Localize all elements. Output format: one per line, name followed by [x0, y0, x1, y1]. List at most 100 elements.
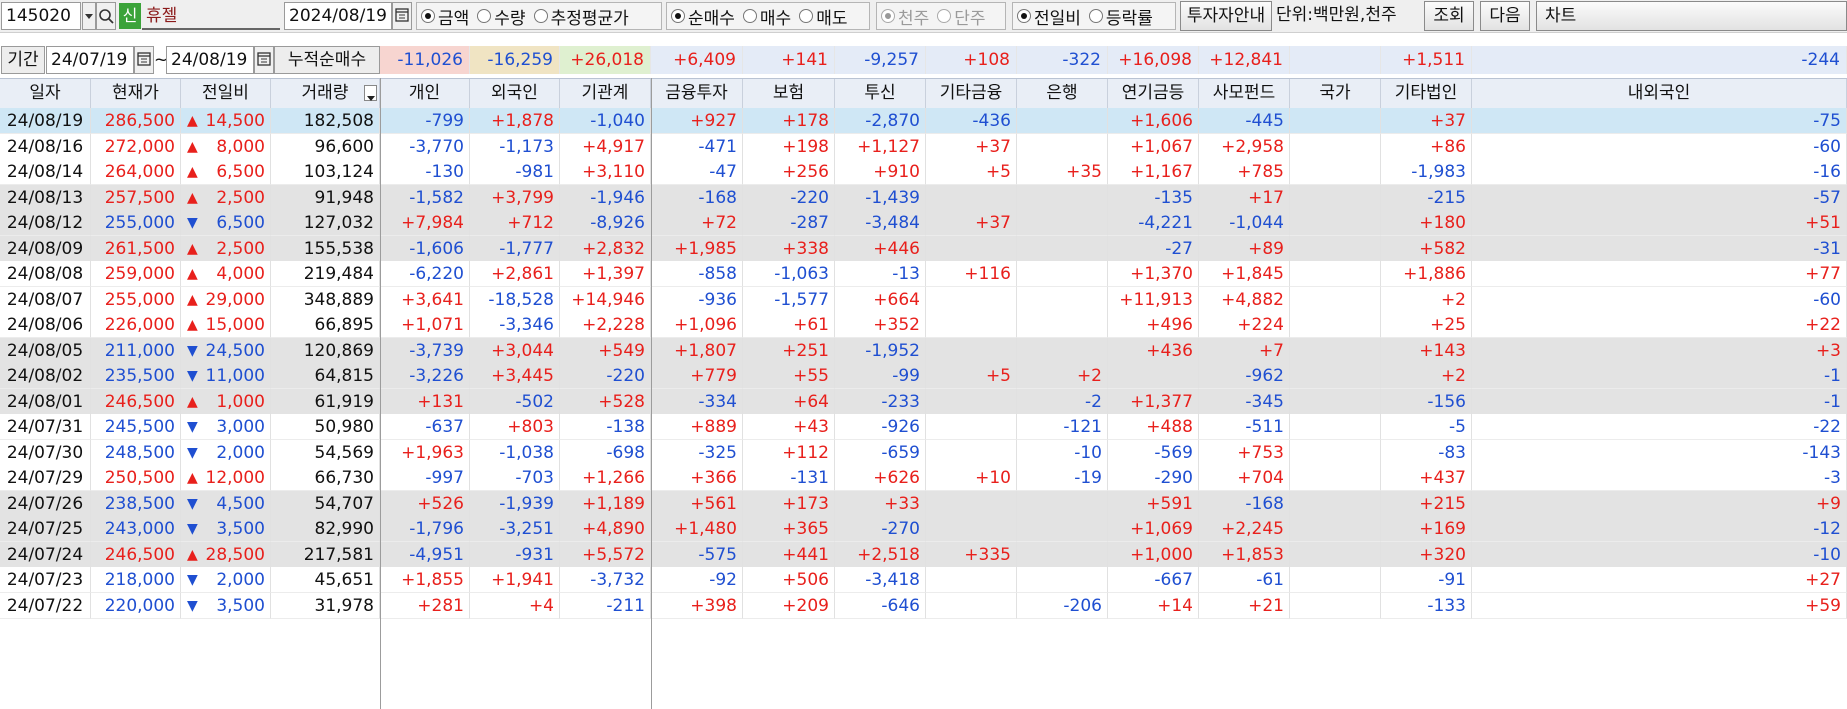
radio-amount[interactable]: 금액: [421, 4, 469, 29]
table-row[interactable]: 24/08/13 257,500 ▲ 2,500 91,948 -1,582 +3,799-…: [0, 184, 1847, 211]
stock-code-input[interactable]: 145020: [1, 2, 81, 30]
table-cell: [1290, 363, 1381, 389]
table-row[interactable]: 24/08/14 264,000 ▲ 6,500 103,124 -130 -981 +3,1…: [0, 159, 1847, 185]
radio-net-buy[interactable]: 순매수: [671, 4, 735, 29]
radio-change-rate[interactable]: 등락률: [1088, 4, 1153, 29]
radio-sell[interactable]: 매도: [799, 4, 847, 29]
column-header[interactable]: 거래량: [271, 79, 380, 108]
date-picker-button[interactable]: [392, 2, 412, 30]
table-row[interactable]: 24/07/26 238,500 ▼ 4,500 54,707 +526 -1,939 +1,…: [0, 490, 1847, 517]
table-cell: +198: [743, 133, 835, 160]
column-header[interactable]: 은행: [1017, 79, 1108, 108]
table-cell: ▲ 8,000: [181, 133, 271, 160]
start-date-picker[interactable]: [134, 46, 154, 74]
date-field[interactable]: 2024/08/19: [284, 2, 392, 30]
column-header[interactable]: 투신: [835, 79, 926, 108]
column-header[interactable]: 보험: [743, 79, 835, 108]
column-header[interactable]: 개인: [380, 79, 470, 108]
table-cell: +1,189: [560, 490, 651, 517]
table-cell: 226,000: [91, 312, 181, 338]
table-row[interactable]: 24/07/25 243,000 ▼ 3,500 82,990 -1,796 -3,251 +…: [0, 516, 1847, 542]
code-dropdown-button[interactable]: [82, 2, 96, 30]
table-cell: ▼ 24,500: [181, 337, 271, 364]
column-header[interactable]: 금융투자: [651, 79, 743, 108]
sort-down-icon[interactable]: [364, 85, 377, 101]
period-end-input[interactable]: 24/08/19: [166, 46, 254, 74]
radio-avg-price[interactable]: 추정평균가: [533, 4, 629, 29]
table-cell: 24/08/07: [0, 286, 91, 313]
triangle-down-icon: ▼: [187, 444, 198, 461]
table-cell: ▲ 28,500: [181, 541, 271, 568]
table-cell: 217,581: [271, 541, 380, 568]
column-header[interactable]: 현재가: [91, 79, 181, 108]
column-header[interactable]: 기타법인: [1381, 79, 1472, 108]
table-row[interactable]: 24/07/30 248,500 ▼ 2,000 54,569 +1,963 -1,038-…: [0, 439, 1847, 466]
radio-buy[interactable]: 매수: [742, 4, 792, 29]
table-row[interactable]: 24/08/08 259,000 ▲ 4,000 219,484 -6,220 +2,861…: [0, 261, 1847, 287]
table-cell: -5: [1381, 414, 1472, 440]
investor-info-button[interactable]: 투자자안내: [1180, 1, 1272, 31]
table-cell: ▲ 4,000: [181, 261, 271, 287]
table-row[interactable]: 24/08/07 255,000 ▲ 29,000 348,889 +3,641 -18,5…: [0, 286, 1847, 313]
table-cell: -220: [560, 363, 651, 389]
table-cell: 66,895: [271, 312, 380, 338]
table-row[interactable]: 24/08/12 255,000 ▼ 6,500 127,032 +7,984 +712 -8…: [0, 210, 1847, 236]
table-cell: +1,397: [560, 261, 651, 287]
column-header[interactable]: 기타금융: [926, 79, 1017, 108]
table-cell: [1017, 541, 1108, 568]
end-date-picker[interactable]: [254, 46, 274, 74]
radio-prev-day[interactable]: 전일비: [1017, 4, 1081, 29]
table-cell: +1,096: [651, 312, 743, 338]
period-end-value: 24/08/19: [171, 50, 248, 70]
table-row[interactable]: 24/08/19 286,500 ▲ 14,500 182,508 -799 +1,878-…: [0, 108, 1847, 134]
table-cell: +224: [1199, 312, 1290, 338]
column-header[interactable]: 사모펀드: [1199, 79, 1290, 108]
table-cell: +1,606: [1108, 108, 1199, 134]
code-search-button[interactable]: [96, 2, 116, 30]
change-value: 1,000: [216, 391, 265, 412]
table-cell: -1,983: [1381, 159, 1472, 185]
table-row[interactable]: 24/08/02 235,500 ▼ 11,000 64,815 -3,226 +3,445…: [0, 363, 1847, 389]
radio-quantity[interactable]: 수량: [477, 4, 526, 29]
column-header[interactable]: 기관계: [560, 79, 651, 108]
column-header[interactable]: 일자: [0, 79, 91, 108]
cumulative-sum-cell: +141: [743, 46, 835, 74]
table-row[interactable]: 24/07/24 246,500 ▲ 28,500 217,581 -4,951 -931 +…: [0, 541, 1847, 568]
table-row[interactable]: 24/07/23 218,000 ▼ 2,000 45,651 +1,855 +1,941-…: [0, 567, 1847, 593]
table-cell: 54,707: [271, 490, 380, 517]
chart-button[interactable]: 차트: [1536, 1, 1847, 31]
table-cell: -931: [470, 541, 560, 568]
search-button[interactable]: 조회: [1424, 1, 1474, 31]
period-label: 기간: [1, 46, 45, 74]
table-cell: +14: [1108, 592, 1199, 619]
change-value: 11,000: [205, 366, 265, 386]
change-value: 4,000: [216, 264, 265, 284]
table-cell: 255,000: [91, 286, 181, 313]
table-row[interactable]: 24/08/06 226,000 ▲ 15,000 66,895 +1,071 -3,346…: [0, 312, 1847, 338]
table-row[interactable]: 24/08/01 246,500 ▲ 1,000 61,919 +131 -502 +528-…: [0, 388, 1847, 415]
table-cell: -3,226: [380, 363, 470, 389]
table-cell: 24/08/09: [0, 235, 91, 262]
table-cell: [1290, 235, 1381, 262]
table-cell: [1017, 133, 1108, 160]
table-cell: +441: [743, 541, 835, 568]
column-header[interactable]: 외국인: [470, 79, 560, 108]
table-row[interactable]: 24/07/22 220,000 ▼ 3,500 31,978 +281 +4 -211 +39…: [0, 592, 1847, 619]
period-tilde: ~: [154, 50, 169, 70]
column-header[interactable]: 국가: [1290, 79, 1381, 108]
table-cell: 243,000: [91, 516, 181, 542]
next-button[interactable]: 다음: [1480, 1, 1530, 31]
table-cell: 24/07/31: [0, 414, 91, 440]
column-header[interactable]: 연기금등: [1108, 79, 1199, 108]
table-row[interactable]: 24/08/16 272,000 ▲ 8,000 96,600 -3,770 -1,173 +…: [0, 133, 1847, 160]
column-header[interactable]: 내외국인: [1472, 79, 1847, 108]
table-row[interactable]: 24/07/31 245,500 ▼ 3,000 50,980 -637 +803 -138 +…: [0, 414, 1847, 440]
stock-name: 휴젤: [142, 2, 280, 30]
column-header[interactable]: 전일비: [181, 79, 271, 108]
table-cell: -270: [835, 516, 926, 542]
table-row[interactable]: 24/08/09 261,500 ▲ 2,500 155,538 -1,606 -1,777…: [0, 235, 1847, 262]
radio-buy-label: 매수: [759, 8, 792, 29]
table-row[interactable]: 24/08/05 211,000 ▼ 24,500 120,869 -3,739 +3,04…: [0, 337, 1847, 364]
table-row[interactable]: 24/07/29 250,500 ▲ 12,000 66,730 -997 -703 +1,2…: [0, 465, 1847, 491]
period-start-input[interactable]: 24/07/19: [46, 46, 134, 74]
